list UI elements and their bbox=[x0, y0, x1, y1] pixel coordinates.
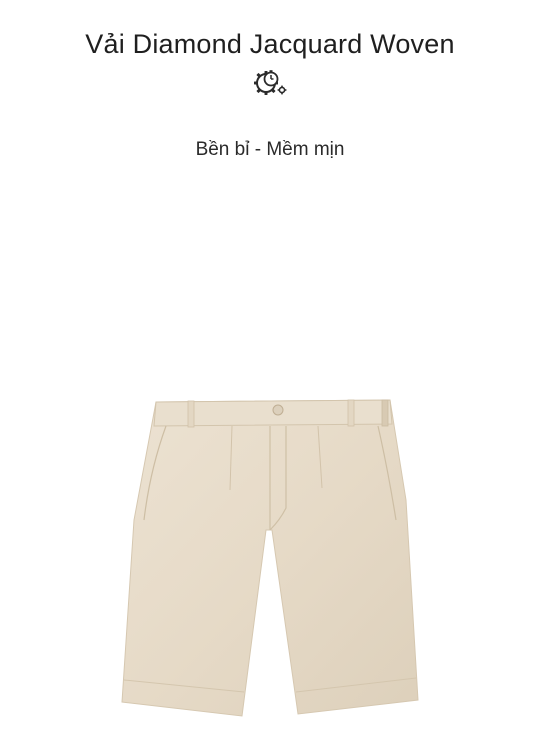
feature-subtitle: Bền bỉ - Mềm mịn bbox=[195, 139, 345, 160]
feature-title: Vải Diamond Jacquard Woven bbox=[85, 29, 455, 59]
gear-stopwatch-icon bbox=[252, 66, 288, 98]
product-image-shorts bbox=[120, 380, 420, 725]
